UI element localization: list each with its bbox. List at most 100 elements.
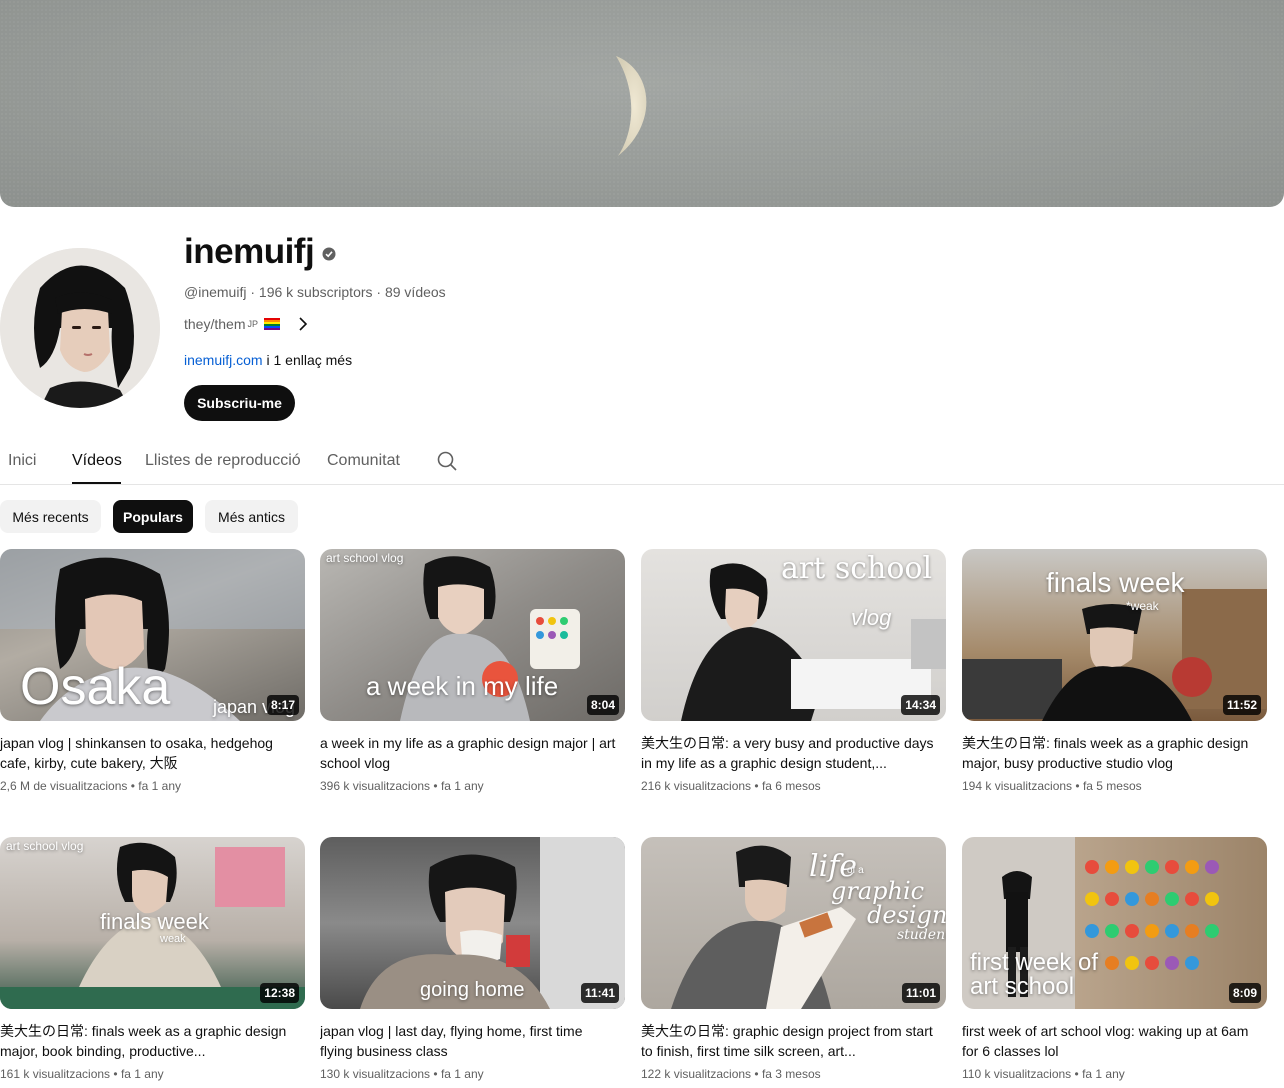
more-links[interactable]: i 1 enllaç més: [263, 352, 352, 368]
video-title[interactable]: 美大生の日常: finals week as a graphic design …: [0, 1021, 305, 1061]
video-duration: 11:41: [580, 983, 619, 1003]
rainbow-flag-icon: [264, 318, 280, 330]
video-thumbnail[interactable]: finals week *weak 11:52: [962, 549, 1267, 721]
video-thumbnail[interactable]: art school vlog finals week weak 12:38: [0, 837, 305, 1009]
video-thumbnail[interactable]: going home 11:41: [320, 837, 625, 1009]
upload-age: fa 1 any: [440, 1067, 484, 1081]
video-thumbnail[interactable]: Osaka japan vlog 8:17: [0, 549, 305, 721]
thumbnail-overlay-text: art school: [781, 551, 933, 586]
video-thumbnail[interactable]: art school vlog a week in my life 8:04: [320, 549, 625, 721]
video-duration: 8:17: [266, 695, 299, 715]
video-meta: 396 k visualitzacions • fa 1 any: [320, 779, 625, 793]
view-count: 161 k visualitzacions: [0, 1067, 111, 1081]
channel-handle: @inemuifj: [184, 284, 247, 300]
video-meta: 110 k visualitzacions • fa 1 any: [962, 1067, 1267, 1081]
filter-oldest-chip[interactable]: Més antics: [205, 500, 298, 533]
video-title[interactable]: japan vlog | shinkansen to osaka, hedgeh…: [0, 733, 305, 773]
upload-age: fa 1 any: [120, 1067, 164, 1081]
thumbnail-overlay-text: finals week: [1046, 567, 1185, 598]
channel-description[interactable]: they/them JP: [184, 316, 308, 332]
filter-popular-chip[interactable]: Populars: [113, 500, 193, 533]
thumbnail-overlay-subtext: art school vlog: [326, 551, 404, 565]
video-thumbnail[interactable]: art school vlog 14:34: [641, 549, 946, 721]
subscribe-button[interactable]: Subscriu-me: [184, 385, 295, 421]
verified-badge-icon: [322, 247, 336, 261]
view-count: 216 k visualitzacions: [641, 779, 752, 793]
video-meta: 2,6 M de visualitzacions • fa 1 any: [0, 779, 305, 793]
view-count: 130 k visualitzacions: [320, 1067, 431, 1081]
video-thumbnail[interactable]: first week of art school 8:09: [962, 837, 1267, 1009]
moon-image: [616, 56, 647, 156]
thumbnail-overlay-text: Osaka: [20, 658, 171, 716]
video-card[interactable]: art school vlog 14:34 美大生の日常: a very bus…: [641, 549, 946, 793]
video-meta: 161 k visualitzacions • fa 1 any: [0, 1067, 305, 1081]
meta-separator: •: [1074, 1067, 1079, 1081]
thumbnail-overlay-text: finals week: [100, 909, 209, 934]
video-card[interactable]: life of a graphic design student 11:01 美…: [641, 837, 946, 1081]
view-count: 194 k visualitzacions: [962, 779, 1073, 793]
channel-tabs: Inici Vídeos Llistes de reproducció Comu…: [0, 438, 1284, 485]
video-count: 89 vídeos: [384, 284, 446, 300]
pronouns-suffix: JP: [247, 319, 258, 329]
video-duration: 11:52: [1222, 695, 1261, 715]
view-count: 2,6 M de visualitzacions: [0, 779, 128, 793]
upload-age: fa 1 any: [440, 779, 484, 793]
meta-separator: •: [433, 779, 438, 793]
video-title[interactable]: a week in my life as a graphic design ma…: [320, 733, 625, 773]
thumbnail-overlay-subtext: *weak: [1126, 599, 1159, 613]
meta-separator: •: [754, 779, 759, 793]
thumbnail-overlay-note: of a: [847, 865, 864, 876]
video-title[interactable]: first week of art school vlog: waking up…: [962, 1021, 1267, 1061]
video-duration: 12:38: [260, 983, 299, 1003]
video-card[interactable]: finals week *weak 11:52 美大生の日常: finals w…: [962, 549, 1267, 793]
video-card[interactable]: first week of art school 8:09 first week…: [962, 837, 1267, 1081]
pronouns-text: they/them: [184, 316, 246, 332]
meta-separator: •: [754, 1067, 759, 1081]
thumbnail-overlay-text: going home: [420, 979, 525, 1001]
search-icon[interactable]: [436, 450, 458, 472]
subscriber-count: 196 k subscriptors: [258, 284, 373, 300]
meta-separator: •: [1075, 779, 1080, 793]
view-count: 122 k visualitzacions: [641, 1067, 752, 1081]
view-count: 396 k visualitzacions: [320, 779, 431, 793]
upload-age: fa 3 mesos: [761, 1067, 821, 1081]
tab-home[interactable]: Inici: [8, 452, 36, 470]
upload-age: fa 1 any: [138, 779, 181, 793]
channel-banner: [0, 0, 1284, 207]
tab-videos[interactable]: Vídeos: [72, 452, 122, 470]
thumbnail-overlay-subtext: student: [897, 927, 946, 943]
thumbnail-overlay-note: weak: [160, 933, 186, 945]
tab-playlists[interactable]: Llistes de reproducció: [145, 452, 301, 470]
video-title[interactable]: 美大生の日常: a very busy and productive days …: [641, 733, 946, 773]
tab-community[interactable]: Comunitat: [327, 452, 400, 470]
video-card[interactable]: art school vlog finals week weak 12:38 美…: [0, 837, 305, 1081]
video-card[interactable]: art school vlog a week in my life 8:04 a…: [320, 549, 625, 793]
meta-separator: •: [130, 779, 135, 793]
channel-meta: @inemuifj · 196 k subscriptors · 89 víde…: [184, 284, 446, 300]
chevron-right-icon[interactable]: [298, 317, 308, 331]
video-duration: 8:09: [1228, 983, 1261, 1003]
thumbnail-overlay-subtext: vlog: [851, 605, 892, 630]
video-card[interactable]: Osaka japan vlog 8:17 japan vlog | shink…: [0, 549, 305, 793]
video-thumbnail[interactable]: life of a graphic design student 11:01: [641, 837, 946, 1009]
upload-age: fa 6 mesos: [761, 779, 821, 793]
view-count: 110 k visualitzacions: [962, 1067, 1072, 1081]
video-duration: 11:01: [901, 983, 940, 1003]
video-title[interactable]: 美大生の日常: graphic design project from star…: [641, 1021, 946, 1061]
channel-name-text: inemuifj: [184, 232, 315, 271]
meta-separator: •: [433, 1067, 438, 1081]
channel-avatar: [0, 248, 160, 408]
filter-latest-chip[interactable]: Més recents: [0, 500, 101, 533]
channel-links: inemuifj.com i 1 enllaç més: [184, 352, 352, 368]
video-title[interactable]: 美大生の日常: finals week as a graphic design …: [962, 733, 1267, 773]
upload-age: fa 5 mesos: [1082, 779, 1142, 793]
video-duration: 14:34: [901, 695, 940, 715]
channel-name: inemuifj: [184, 232, 336, 272]
thumbnail-overlay-subtext: design: [867, 901, 946, 929]
video-title[interactable]: japan vlog | last day, flying home, firs…: [320, 1021, 625, 1061]
video-meta: 216 k visualitzacions • fa 6 mesos: [641, 779, 946, 793]
thumbnail-overlay-text: a week in my life: [366, 671, 559, 701]
video-card[interactable]: going home 11:41 japan vlog | last day, …: [320, 837, 625, 1081]
video-meta: 130 k visualitzacions • fa 1 any: [320, 1067, 625, 1081]
website-link[interactable]: inemuifj.com: [184, 352, 263, 368]
